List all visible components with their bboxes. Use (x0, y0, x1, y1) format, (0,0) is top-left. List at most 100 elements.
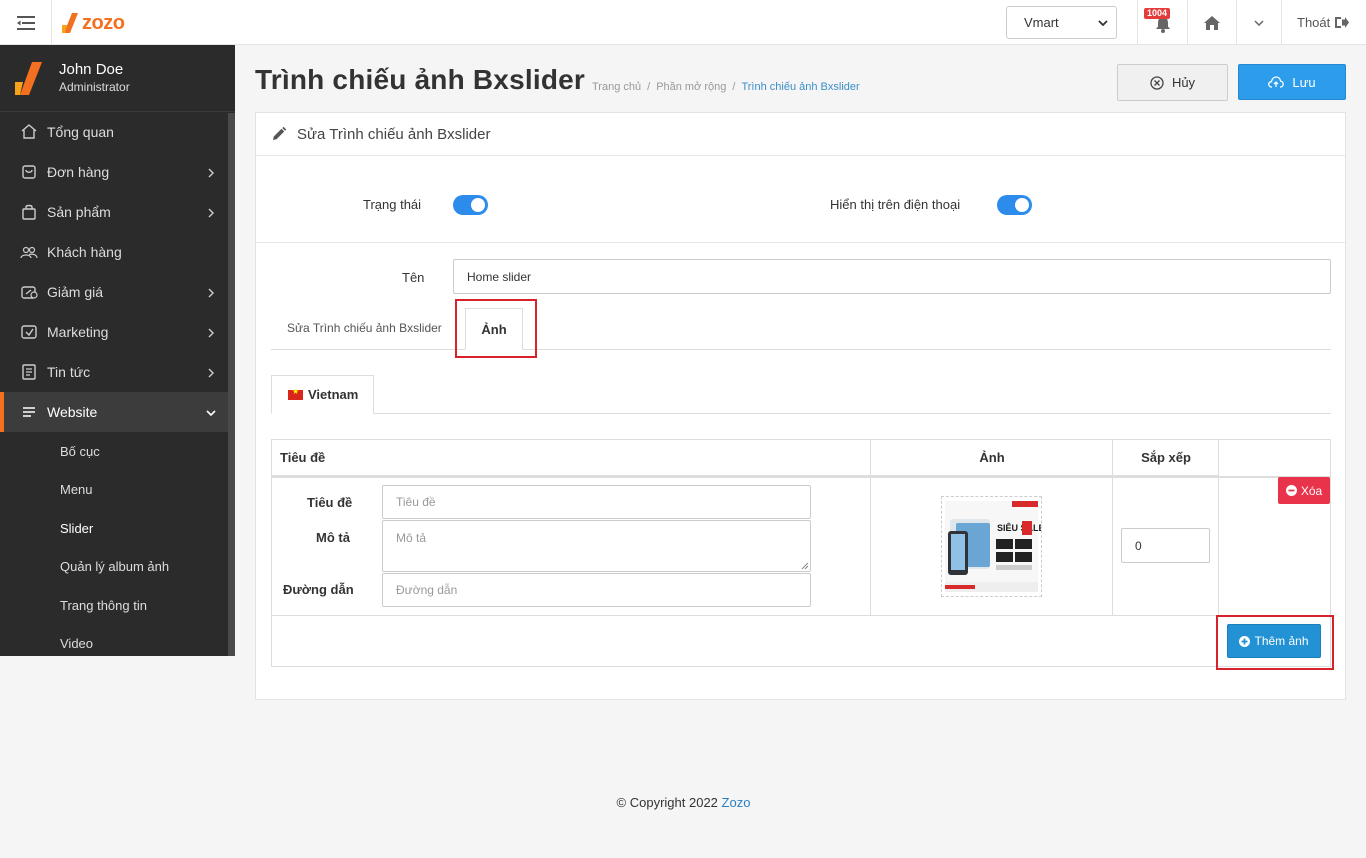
images-table: Tiêu đề Ảnh Sắp xếp Tiêu đề Tiêu đề Mô t… (271, 439, 1334, 670)
status-label: Trạng thái (363, 197, 422, 212)
sidebar-item-marketing[interactable]: Marketing (0, 312, 228, 352)
sidebar-subitem[interactable]: Bố cục (0, 432, 228, 471)
bag-icon (20, 203, 38, 221)
logo-text: zozo (82, 11, 125, 34)
highlight-box (455, 299, 537, 358)
description-placeholder: Mô tả (396, 531, 427, 545)
sidebar-item-đơn-hàng[interactable]: Đơn hàng (0, 152, 228, 192)
description-field-label: Mô tả (316, 530, 350, 545)
home-button[interactable] (1188, 0, 1236, 45)
banner-text: SIÊU SALE (997, 522, 1041, 533)
sidebar-item-sản-phẩm[interactable]: Sản phẩm (0, 192, 228, 232)
tabs-divider (271, 349, 1331, 350)
mobile-display-label: Hiển thị trên điện thoại (830, 197, 961, 212)
logout-button[interactable]: Thoát (1297, 0, 1350, 45)
users-icon (20, 243, 38, 261)
store-select[interactable]: Vmart (1006, 6, 1117, 39)
sidebar-item-label: Tin tức (47, 364, 91, 380)
footer-brand-link[interactable]: Zozo (722, 795, 751, 810)
sidebar-item-label: Đơn hàng (47, 164, 110, 180)
name-input[interactable]: Home slider (453, 259, 1331, 294)
sidebar-item-label: Marketing (47, 324, 109, 340)
delete-button[interactable]: Xóa (1278, 477, 1330, 504)
save-button[interactable]: Lưu (1238, 64, 1346, 100)
sort-order-input[interactable]: 0 (1121, 528, 1210, 563)
column-header-sort: Sắp xếp (1113, 440, 1219, 476)
menu-toggle-button[interactable] (0, 0, 52, 45)
breadcrumb-current[interactable]: Trình chiếu ảnh Bxslider (741, 81, 859, 93)
separator (1281, 0, 1282, 45)
chevron-down-icon (206, 405, 216, 421)
sidebar-item-tin-tức[interactable]: Tin tức (0, 352, 228, 392)
sidebar-item-label: Website (47, 404, 98, 420)
sidebar-item-giảm-giá[interactable]: Giảm giá (0, 272, 228, 312)
panel-header: Sửa Trình chiếu ảnh Bxslider (256, 113, 1345, 156)
sale-banner-image: SIÊU SALE (945, 501, 1045, 592)
order-icon (20, 163, 38, 181)
close-circle-icon (1150, 75, 1164, 90)
user-role: Administrator (59, 80, 130, 94)
chevron-right-icon (206, 285, 216, 301)
news-icon (20, 363, 38, 381)
breadcrumb-home[interactable]: Trang chủ (592, 81, 641, 93)
breadcrumb: Trang chủ / Phần mở rộng / Trình chiếu ả… (592, 81, 860, 93)
tab-language-vietnam[interactable]: Vietnam (271, 375, 374, 414)
sidebar-subitem[interactable]: Slider (0, 509, 228, 548)
top-bar: zozo Vmart 1004 Thoát (0, 0, 1366, 45)
chevron-right-icon (206, 165, 216, 181)
link-input[interactable]: Đường dẫn (382, 573, 811, 607)
sidebar-item-label: Khách hàng (47, 244, 122, 260)
pencil-icon (273, 127, 286, 140)
home-icon (1204, 15, 1220, 30)
column-header-title: Tiêu đề (272, 440, 871, 476)
sidebar-subitem[interactable]: Quản lý album ảnh (0, 548, 228, 587)
cancel-button[interactable]: Hủy (1117, 64, 1228, 101)
sidebar-scrollbar[interactable] (228, 113, 235, 656)
sidebar-subitem[interactable]: Video (0, 625, 228, 664)
home-icon (20, 123, 38, 141)
logo[interactable]: zozo (62, 10, 125, 36)
sidebar-item-website[interactable]: Website (0, 392, 228, 432)
user-name: John Doe (59, 61, 124, 78)
copyright-text: © Copyright 2022 (616, 795, 718, 810)
breadcrumb-extensions[interactable]: Phần mở rộng (656, 81, 726, 93)
minus-circle-icon (1285, 485, 1297, 496)
header-divider (272, 476, 1330, 478)
sidebar-subitem[interactable]: Trang thông tin (0, 586, 228, 625)
chevron-right-icon (206, 205, 216, 221)
resize-handle-icon[interactable] (801, 562, 809, 570)
more-dropdown-button[interactable] (1237, 0, 1281, 45)
logout-label: Thoát (1297, 15, 1331, 30)
cloud-upload-icon (1268, 76, 1285, 88)
description-textarea[interactable]: Mô tả (382, 520, 811, 572)
chevron-right-icon (206, 365, 216, 381)
sidebar-item-label: Sản phẩm (47, 204, 111, 220)
slide-image-thumbnail[interactable]: SIÊU SALE (941, 496, 1045, 597)
notifications-button[interactable] (1138, 0, 1187, 45)
sidebar-item-label: Giảm giá (47, 284, 104, 300)
language-tabs-divider (271, 413, 1331, 414)
logout-icon (1335, 17, 1350, 28)
user-profile[interactable]: John Doe Administrator (0, 45, 235, 112)
status-toggle[interactable] (453, 195, 488, 215)
sidebar-item-khách-hàng[interactable]: Khách hàng (0, 232, 228, 272)
store-select-value: Vmart (1024, 15, 1059, 30)
edit-panel: Sửa Trình chiếu ảnh Bxslider Trạng thái … (255, 112, 1346, 700)
tab-edit-bxslider[interactable]: Sửa Trình chiếu ảnh Bxslider (287, 321, 442, 335)
notification-badge: 1004 (1144, 8, 1171, 19)
cancel-label: Hủy (1171, 75, 1196, 90)
logo-icon (62, 13, 78, 33)
sidebar-nav: Tổng quan Đơn hàng Sản phẩm Khách hàng Giảm … (0, 112, 235, 432)
highlight-box (1216, 615, 1334, 670)
discount-icon (20, 283, 38, 301)
chevron-right-icon (206, 325, 216, 341)
chevron-down-icon (1098, 19, 1108, 26)
mobile-display-toggle[interactable] (997, 195, 1032, 215)
save-label: Lưu (1292, 74, 1316, 90)
column-divider (870, 440, 871, 616)
sidebar-item-tổng-quan[interactable]: Tổng quan (0, 112, 228, 152)
panel-title: Sửa Trình chiếu ảnh Bxslider (297, 125, 491, 143)
column-header-image: Ảnh (871, 440, 1113, 476)
title-input[interactable]: Tiêu đề (382, 485, 811, 519)
sidebar-subitem[interactable]: Menu (0, 471, 228, 510)
